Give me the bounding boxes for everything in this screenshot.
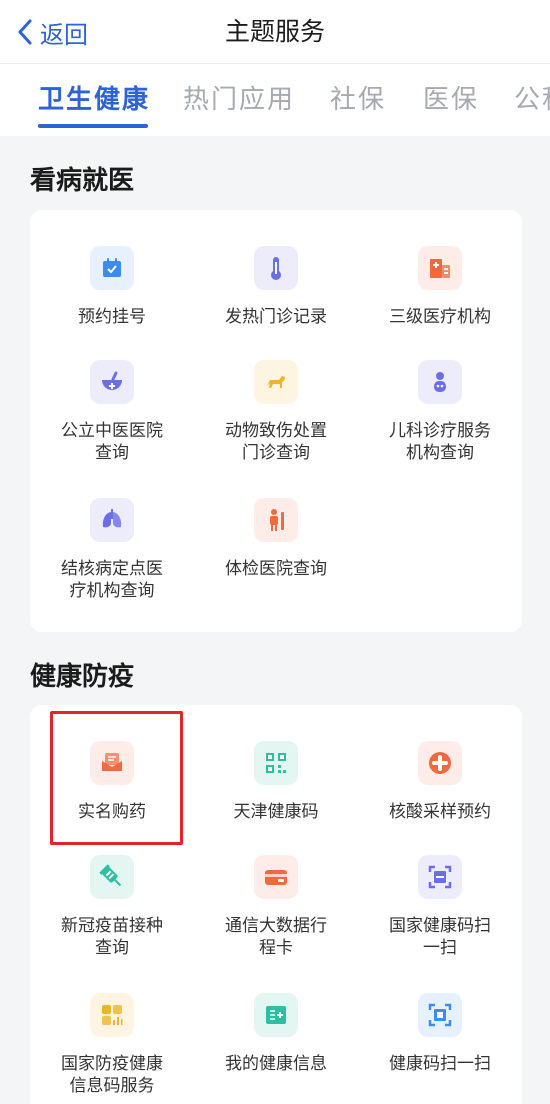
- service-item[interactable]: 国家防疫健康 信息码服务: [30, 993, 194, 1097]
- service-label: 发热门诊记录: [225, 307, 327, 327]
- service-label: 通信大数据行 程卡: [225, 916, 327, 958]
- service-label: 三级医疗机构: [389, 307, 491, 327]
- service-icon-box: [90, 993, 134, 1037]
- service-label: 公立中医医院 查询: [61, 421, 163, 463]
- service-icon-box: [418, 741, 462, 785]
- service-icon-box: [418, 993, 462, 1037]
- service-label: 国家健康码扫 一扫: [389, 916, 491, 958]
- service-item[interactable]: 我的健康信息: [194, 993, 358, 1075]
- service-item[interactable]: 发热门诊记录: [194, 246, 358, 328]
- active-tab-indicator: [38, 124, 148, 128]
- service-icon-box: [254, 993, 298, 1037]
- service-item[interactable]: 预约挂号: [30, 246, 194, 328]
- service-item[interactable]: 儿科诊疗服务 机构查询: [358, 360, 522, 464]
- service-label: 动物致伤处置 门诊查询: [225, 421, 327, 463]
- medical-cross-icon: [429, 752, 451, 774]
- thermometer-icon: [271, 257, 281, 280]
- service-icon-box: [254, 246, 298, 290]
- service-item[interactable]: 结核病定点医 疗机构查询: [30, 498, 194, 602]
- service-label: 预约挂号: [78, 307, 146, 327]
- service-item[interactable]: 体检医院查询: [194, 498, 358, 580]
- hospital-icon: [430, 259, 450, 278]
- service-label: 体检医院查询: [225, 559, 327, 579]
- service-icon-box: [254, 855, 298, 899]
- syringe-icon: [99, 864, 122, 887]
- tab-health[interactable]: 卫生健康: [38, 80, 150, 120]
- service-icon-box: [90, 741, 134, 785]
- service-icon-box: [254, 498, 298, 542]
- category-tabs: 卫生健康 热门应用 社保 医保 公积: [0, 64, 550, 136]
- page-title: 主题服务: [224, 17, 325, 46]
- service-icon-box: [254, 360, 298, 404]
- service-label: 实名购药: [78, 802, 146, 822]
- section-title-epidemic: 健康防疫: [30, 662, 135, 692]
- service-item[interactable]: 天津健康码: [194, 741, 358, 823]
- service-icon-box: [90, 855, 134, 899]
- tab-social-security[interactable]: 社保: [330, 80, 386, 120]
- service-item[interactable]: 核酸采样预约: [358, 741, 522, 823]
- service-icon-box: [90, 246, 134, 290]
- service-item[interactable]: 健康码扫一扫: [358, 993, 522, 1075]
- service-icon-box: [418, 855, 462, 899]
- scan-frame-icon: [428, 1003, 452, 1027]
- medical-services-card: 预约挂号 发热门诊记录 三级医疗机构公立中医医院 查询 动物致伤处置 门诊查询 儿科诊疗…: [30, 210, 522, 632]
- lungs-icon: [102, 509, 122, 528]
- grid-chart-icon: [102, 1005, 123, 1025]
- service-icon-box: [90, 360, 134, 404]
- health-card-icon: [266, 1006, 286, 1024]
- service-label: 结核病定点医 疗机构查询: [61, 559, 163, 601]
- service-icon-box: [418, 246, 462, 290]
- service-item[interactable]: 新冠疫苗接种 查询: [30, 855, 194, 959]
- service-label: 核酸采样预约: [389, 802, 491, 822]
- mortar-icon: [102, 371, 122, 390]
- service-item[interactable]: 通信大数据行 程卡: [194, 855, 358, 959]
- section-title-medical: 看病就医: [30, 166, 135, 196]
- service-label: 儿科诊疗服务 机构查询: [389, 421, 491, 463]
- body-check-icon: [270, 509, 284, 531]
- service-label: 国家防疫健康 信息码服务: [61, 1054, 163, 1096]
- service-label: 我的健康信息: [225, 1054, 327, 1074]
- service-label: 健康码扫一扫: [389, 1054, 491, 1074]
- tab-medical-insurance[interactable]: 医保: [423, 80, 479, 120]
- service-item[interactable]: 实名购药: [30, 741, 194, 823]
- dog-icon: [267, 376, 285, 388]
- service-icon-box: [418, 360, 462, 404]
- baby-icon: [434, 372, 446, 392]
- service-item[interactable]: 三级医疗机构: [358, 246, 522, 328]
- tab-housing-fund[interactable]: 公积: [514, 80, 550, 120]
- service-label: 新冠疫苗接种 查询: [61, 916, 163, 958]
- service-item[interactable]: 动物致伤处置 门诊查询: [194, 360, 358, 464]
- tab-popular-apps[interactable]: 热门应用: [183, 80, 295, 120]
- service-item[interactable]: 国家健康码扫 一扫: [358, 855, 522, 959]
- qr-code-icon: [266, 753, 286, 773]
- service-icon-box: [90, 498, 134, 542]
- service-label: 天津健康码: [233, 802, 319, 822]
- top-bar: 返回 主题服务: [0, 0, 550, 64]
- medicine-box-icon: [102, 753, 122, 771]
- calendar-icon: [103, 258, 121, 277]
- card-icon: [265, 870, 287, 885]
- epidemic-services-card: 实名购药 天津健康码 核酸采样预约新冠疫苗接种 查询 通信大数据行 程卡 国家健康码扫 …: [30, 705, 522, 1104]
- service-item[interactable]: 公立中医医院 查询: [30, 360, 194, 464]
- service-icon-box: [254, 741, 298, 785]
- scan-icon: [428, 865, 452, 889]
